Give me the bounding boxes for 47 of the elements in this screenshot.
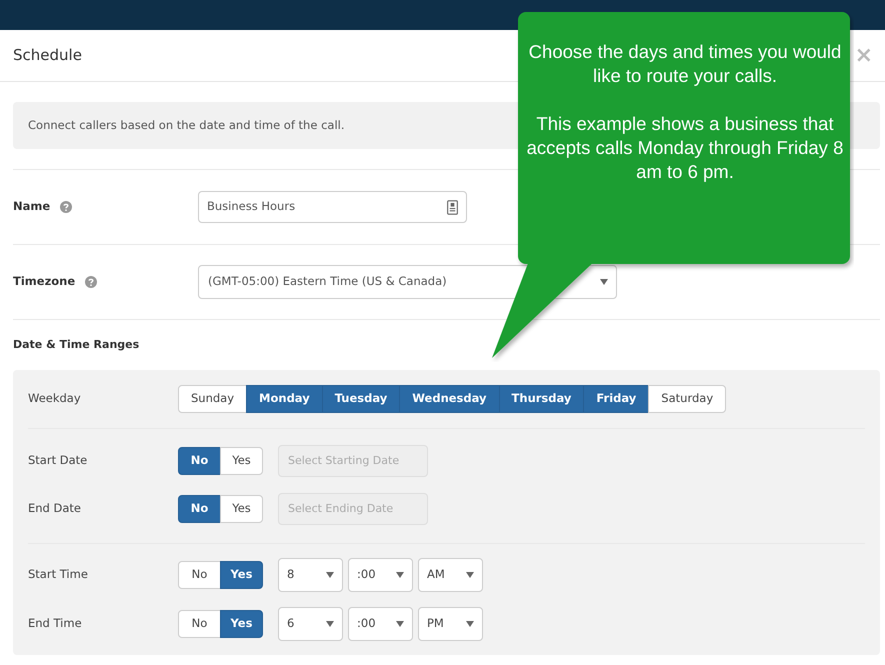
minute-select[interactable]: :00 bbox=[348, 606, 413, 640]
minute-select[interactable]: :00 bbox=[348, 558, 413, 592]
row-label: Start Date bbox=[28, 452, 88, 470]
caret-icon bbox=[600, 279, 608, 285]
period-select[interactable]: AM bbox=[418, 558, 483, 592]
select-value: :00 bbox=[357, 614, 376, 632]
select-value: PM bbox=[427, 614, 444, 632]
weekday-toggle[interactable]: Friday bbox=[583, 385, 650, 413]
caret-icon bbox=[466, 572, 474, 578]
select-value: AM bbox=[427, 566, 445, 583]
caret-icon bbox=[396, 572, 404, 578]
weekday-toggle[interactable]: Thursday bbox=[498, 385, 584, 413]
help-icon[interactable] bbox=[60, 201, 72, 213]
help-icon[interactable] bbox=[85, 276, 98, 288]
toggle-option[interactable]: No bbox=[178, 560, 221, 588]
field-label: Timezone bbox=[13, 273, 76, 290]
select-value: 6 bbox=[287, 614, 294, 632]
toggle-option[interactable]: No bbox=[178, 610, 221, 638]
select-value: :00 bbox=[357, 566, 376, 583]
weekday-toggle[interactable]: Monday bbox=[246, 385, 323, 413]
section-title: Date & Time Ranges bbox=[13, 336, 140, 353]
select-value: 8 bbox=[287, 566, 294, 583]
toggle-option[interactable]: Yes bbox=[220, 610, 263, 638]
caret-icon bbox=[326, 572, 334, 578]
row-label: End Time bbox=[28, 614, 83, 632]
hour-select[interactable]: 8 bbox=[278, 558, 343, 592]
contact-card-icon[interactable] bbox=[447, 200, 458, 214]
period-select[interactable]: PM bbox=[418, 606, 483, 640]
field-label: Name bbox=[13, 198, 50, 216]
caret-icon bbox=[396, 620, 404, 626]
weekday-toggle[interactable]: Saturday bbox=[648, 385, 726, 413]
callout-text: This example shows a business that accepts calls Monday through Friday 8 am to 6 pm. bbox=[526, 112, 844, 184]
field-value: Business Hours bbox=[207, 198, 296, 216]
toggle-option[interactable]: Yes bbox=[220, 560, 263, 588]
caret-icon bbox=[326, 620, 334, 626]
caret-icon bbox=[466, 620, 474, 626]
hour-select[interactable]: 6 bbox=[278, 606, 343, 640]
name-field[interactable]: Business Hours bbox=[198, 191, 467, 223]
modal-title: Schedule bbox=[13, 45, 82, 66]
row-label: End Date bbox=[28, 500, 82, 518]
weekday-toggle[interactable]: Sunday bbox=[178, 385, 248, 413]
weekday-toggle[interactable]: Wednesday bbox=[399, 385, 500, 413]
callout-text: Choose the days and times you would like to route your calls. bbox=[528, 40, 842, 88]
row-label: Weekday bbox=[28, 390, 82, 408]
row-label: Start Time bbox=[28, 566, 89, 583]
select-value: (GMT-05:00) Eastern Time (US & Canada) bbox=[208, 273, 447, 290]
weekday-toggle[interactable]: Tuesday bbox=[322, 385, 400, 413]
